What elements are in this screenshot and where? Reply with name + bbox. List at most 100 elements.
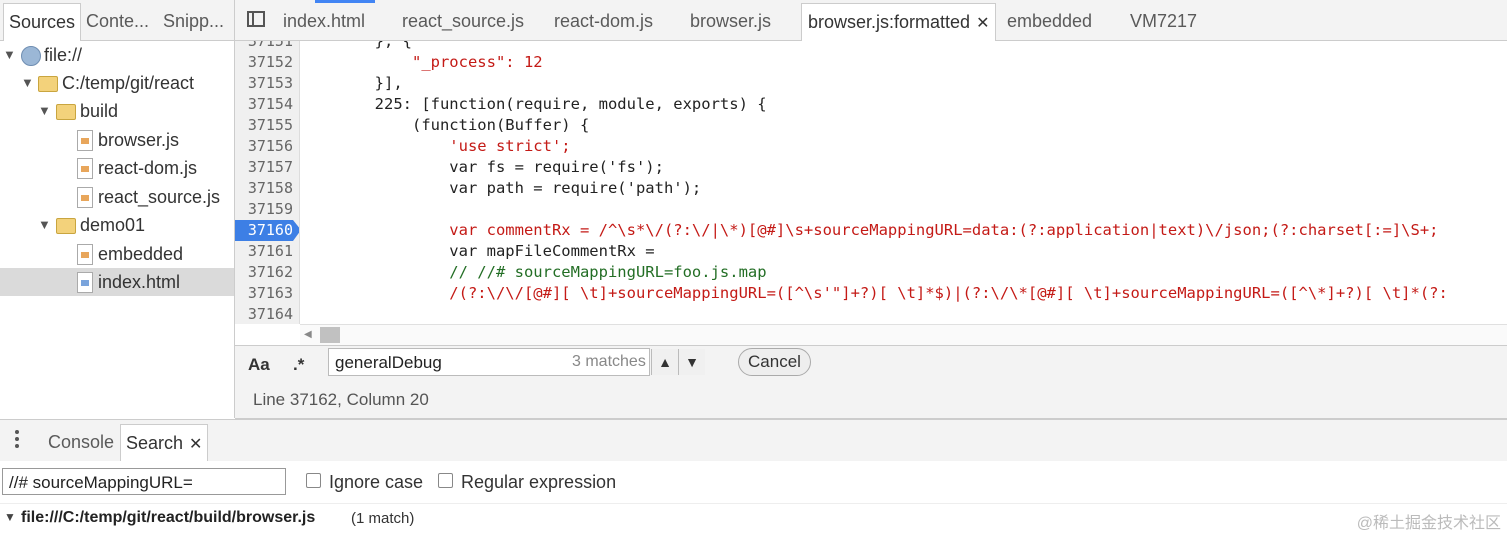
code-line[interactable]: "_process": 12 — [300, 52, 543, 73]
editor-status-bar: Line 37162, Column 20 — [235, 380, 1507, 419]
tab-snippets[interactable]: Snipp... — [158, 3, 229, 40]
code-editor[interactable]: }, { "_process": 12 }], 225: [function(r… — [300, 41, 1507, 324]
tree-item-label: demo01 — [80, 215, 146, 235]
expand-triangle-icon[interactable]: ▼ — [21, 69, 34, 97]
tab-sources[interactable]: Sources — [3, 3, 82, 41]
toggle-navigator-icon[interactable] — [247, 11, 265, 27]
tree-item-browser-js[interactable]: browser.js — [0, 126, 234, 154]
code-line[interactable]: }, { — [300, 41, 412, 52]
code-line[interactable]: var fs = require('fs'); — [300, 157, 664, 178]
script-file-icon — [77, 130, 93, 151]
code-line[interactable]: var path = require('path'); — [300, 178, 701, 199]
expand-triangle-icon[interactable]: ▼ — [38, 97, 51, 125]
find-next-button[interactable]: ▼ — [678, 349, 705, 375]
line-number[interactable]: 37157 — [235, 157, 293, 178]
expand-triangle-icon[interactable]: ▼ — [3, 41, 16, 69]
close-icon[interactable]: ✕ — [189, 436, 202, 453]
code-line[interactable]: /(?:\/\/[@#][ \t]+sourceMappingURL=([^\s… — [300, 283, 1448, 304]
navigator-tabs: Sources Conte... Snipp... — [0, 0, 234, 41]
folder-icon — [38, 76, 58, 92]
tab-index-html[interactable]: index.html — [283, 3, 365, 40]
tree-item-label: react_source.js — [98, 187, 221, 207]
regex-checkbox[interactable] — [438, 473, 453, 488]
script-file-icon — [77, 187, 93, 208]
code-line[interactable]: // //# sourceMappingURL=foo.js.map — [300, 262, 766, 283]
tree-item-react-folder[interactable]: ▼ C:/temp/git/react — [0, 69, 234, 97]
match-count: 3 matches — [572, 353, 646, 370]
find-previous-button[interactable]: ▲ — [651, 349, 678, 375]
code-line[interactable]: var mapFileCommentRx = — [300, 241, 654, 262]
search-toolbar: Ignore case Regular expression — [0, 461, 1507, 503]
line-number[interactable]: 37154 — [235, 94, 293, 115]
tree-item-react-dom-js[interactable]: react-dom.js — [0, 154, 234, 182]
code-line[interactable]: 'use strict'; — [300, 136, 570, 157]
navigator-panel: Sources Conte... Snipp... ▼ file:// ▼ C:… — [0, 0, 235, 418]
tab-vm7217[interactable]: VM7217 — [1130, 3, 1197, 40]
line-number[interactable]: 37152 — [235, 52, 293, 73]
ignore-case-label: Ignore case — [329, 472, 424, 492]
line-number[interactable]: 37163 — [235, 283, 293, 304]
cursor-position: Line 37162, Column 20 — [253, 390, 429, 409]
find-input[interactable] — [333, 351, 567, 375]
tab-browser-js-formatted[interactable]: browser.js:formatted ✕ — [801, 3, 997, 41]
search-input[interactable] — [7, 471, 281, 494]
line-number[interactable]: 37161 — [235, 241, 293, 262]
tree-item-label: C:/temp/git/react — [62, 73, 195, 93]
regex-toggle[interactable]: .* — [293, 355, 304, 375]
code-line[interactable]: var commentRx = /^\s*\/(?:\/|\*)[@#]\s+s… — [300, 220, 1438, 241]
globe-icon — [21, 46, 41, 66]
tab-react-dom-js[interactable]: react-dom.js — [554, 3, 653, 40]
tab-react-source-js[interactable]: react_source.js — [402, 3, 524, 40]
search-input-box — [2, 468, 286, 495]
watermark: @稀土掘金技术社区 — [1356, 515, 1501, 532]
tree-item-label: browser.js — [98, 130, 180, 150]
tab-browser-js[interactable]: browser.js — [690, 3, 771, 40]
tree-item-label: build — [80, 101, 119, 121]
close-icon[interactable]: ✕ — [976, 15, 989, 32]
tab-search[interactable]: Search ✕ — [120, 424, 209, 462]
folder-icon — [56, 218, 76, 234]
tree-item-label: file:// — [44, 45, 83, 65]
code-line[interactable]: (function(Buffer) { — [300, 115, 589, 136]
more-options-icon[interactable] — [15, 430, 21, 450]
expand-triangle-icon[interactable]: ▼ — [38, 211, 51, 239]
result-file-path[interactable]: file:///C:/temp/git/react/build/browser.… — [21, 509, 315, 527]
line-number[interactable]: 37164 — [235, 304, 293, 324]
cancel-button[interactable]: Cancel — [738, 348, 811, 376]
line-number[interactable]: 37153 — [235, 73, 293, 94]
drawer-tab-strip: Console Search ✕ — [0, 419, 1507, 462]
tree-item-label: index.html — [98, 272, 181, 292]
tree-item-embedded[interactable]: embedded — [0, 240, 234, 268]
scrollbar-thumb[interactable] — [320, 327, 340, 343]
search-results: ▼ file:///C:/temp/git/react/build/browse… — [0, 503, 1507, 536]
horizontal-scrollbar[interactable]: ◀ — [300, 324, 1507, 345]
line-number[interactable]: 37159 — [235, 199, 293, 220]
tree-item-label: react-dom.js — [98, 158, 198, 178]
tab-content-scripts[interactable]: Conte... — [81, 3, 154, 40]
line-number[interactable]: 37155 — [235, 115, 293, 136]
html-file-icon — [77, 272, 93, 293]
code-line[interactable]: 225: [function(require, module, exports)… — [300, 94, 767, 115]
script-file-icon — [77, 244, 93, 265]
ignore-case-checkbox[interactable] — [306, 473, 321, 488]
code-line[interactable]: }], — [300, 73, 403, 94]
tab-label: browser.js:formatted — [808, 12, 971, 32]
line-number[interactable]: 37162 — [235, 262, 293, 283]
line-number-gutter[interactable]: 37151 37152 37153 37154 37155 37156 3715… — [235, 41, 300, 324]
tree-item-file-origin[interactable]: ▼ file:// — [0, 41, 234, 69]
match-case-toggle[interactable]: Aa — [248, 355, 270, 375]
line-number[interactable]: 37158 — [235, 178, 293, 199]
tab-console[interactable]: Console — [43, 424, 119, 461]
line-number[interactable]: 37156 — [235, 136, 293, 157]
tree-item-index-html[interactable]: index.html — [0, 268, 234, 296]
tree-item-react-source-js[interactable]: react_source.js — [0, 183, 234, 211]
find-bar: Aa .* 3 matches ▲ ▼ Cancel — [235, 345, 1507, 381]
result-count: (1 match) — [351, 510, 415, 527]
scroll-left-arrow-icon[interactable]: ◀ — [304, 329, 312, 340]
tree-item-demo01-folder[interactable]: ▼ demo01 — [0, 211, 234, 239]
line-number[interactable]: 37151 — [235, 41, 293, 52]
tree-item-build-folder[interactable]: ▼ build — [0, 97, 234, 125]
tab-embedded[interactable]: embedded — [1007, 3, 1092, 40]
breakpoint-marker[interactable]: 37160 — [235, 220, 299, 241]
expand-triangle-icon[interactable]: ▼ — [4, 510, 16, 524]
